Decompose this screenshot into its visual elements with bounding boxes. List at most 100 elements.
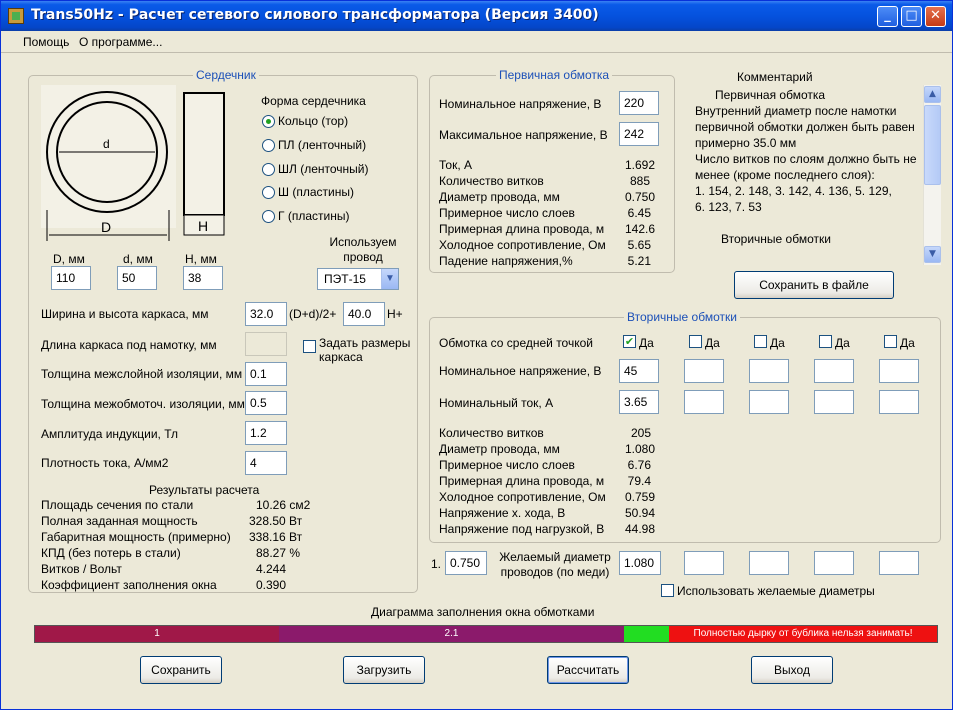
comment-line: Вторичные обмотки [721, 232, 831, 246]
scroll-down-icon[interactable]: ▼ [924, 246, 941, 263]
desired-primary-input[interactable]: 0.750 [445, 551, 487, 575]
radio-ring[interactable] [262, 115, 275, 128]
dim-inner-label: d, мм [123, 252, 153, 266]
radio-ring-label[interactable]: Кольцо (тор) [278, 114, 348, 128]
radio-shl[interactable] [262, 163, 275, 176]
menu-help[interactable]: Помощь [23, 35, 69, 49]
current-density-input[interactable]: 4 [245, 451, 287, 475]
comment-line: примерно 35.0 мм [695, 136, 797, 150]
winding-insulation-input[interactable]: 0.5 [245, 391, 287, 415]
desired-input-5[interactable] [879, 551, 919, 575]
radio-g[interactable] [262, 210, 275, 223]
param-current-density-label: Плотность тока, А/мм2 [41, 456, 169, 470]
induction-input[interactable]: 1.2 [245, 421, 287, 445]
load-button[interactable]: Загрузить [343, 656, 425, 684]
radio-sh-label[interactable]: Ш (пластины) [278, 185, 354, 199]
save-to-file-button[interactable]: Сохранить в файле [734, 271, 894, 299]
secondary-current-input-2[interactable] [684, 390, 724, 414]
height-input[interactable]: 38 [183, 266, 223, 290]
exit-button[interactable]: Выход [751, 656, 833, 684]
secondary-current-input-1[interactable]: 3.65 [619, 390, 659, 414]
secondary-row-label: Диаметр провода, мм [439, 442, 560, 456]
secondary-current-input-4[interactable] [814, 390, 854, 414]
primary-row-value: 0.750 [624, 190, 655, 204]
outer-diameter-label: D [101, 219, 111, 235]
fill-diagram: 1 2.1 Полностью дырку от бублика нельзя за… [34, 625, 938, 643]
param-winding-insulation-label: Толщина межобмоточ. изоляции, мм [41, 397, 245, 411]
secondary-voltage-input-5[interactable] [879, 359, 919, 383]
desired-input-2[interactable] [684, 551, 724, 575]
midpoint-checkbox-1[interactable]: ✔ [623, 335, 636, 348]
secondary-row-label: Холодное сопротивление, Ом [439, 490, 606, 504]
secondary-voltage-input-1[interactable]: 45 [619, 359, 659, 383]
radio-sh[interactable] [262, 186, 275, 199]
primary-max-input[interactable]: 242 [619, 122, 659, 146]
midpoint-check-label[interactable]: Да [900, 336, 915, 350]
diagram-segment [624, 626, 669, 642]
midpoint-checkbox-2[interactable] [689, 335, 702, 348]
secondary-row-value: 50.94 [624, 506, 655, 520]
comment-scrollbar[interactable]: ▲ ▼ [923, 85, 941, 265]
midpoint-check-label[interactable]: Да [770, 336, 785, 350]
secondary-row-label: Примерная длина провода, м [439, 474, 605, 488]
close-button[interactable]: ✕ [925, 6, 946, 27]
frame-height-input[interactable]: 40.0 [343, 302, 385, 326]
layer-insulation-input[interactable]: 0.1 [245, 362, 287, 386]
chevron-down-icon[interactable]: ▼ [381, 269, 398, 289]
result-label: Витков / Вольт [41, 562, 122, 576]
inner-diameter-input[interactable]: 50 [117, 266, 157, 290]
frame-length-label: Длина каркаса под намотку, мм [41, 338, 217, 352]
scroll-up-icon[interactable]: ▲ [924, 86, 941, 103]
use-desired-label[interactable]: Использовать желаемые диаметры [677, 584, 875, 598]
desired-input-3[interactable] [749, 551, 789, 575]
secondary-voltage-input-3[interactable] [749, 359, 789, 383]
secondary-row-value: 1.080 [624, 442, 655, 456]
result-value: 10.26 см2 [256, 498, 311, 512]
secondary-voltage-input-4[interactable] [814, 359, 854, 383]
midpoint-checkbox-3[interactable] [754, 335, 767, 348]
height-label: H [198, 218, 208, 234]
use-desired-checkbox[interactable] [661, 584, 674, 597]
outer-diameter-input[interactable]: 110 [51, 266, 91, 290]
result-value: 88.27 % [256, 546, 301, 560]
radio-pl[interactable] [262, 139, 275, 152]
save-button[interactable]: Сохранить [140, 656, 222, 684]
primary-row-label: Примерное число слоев [439, 206, 575, 220]
frame-formula-label: (D+d)/2+ [289, 307, 337, 321]
ring-background [41, 85, 176, 228]
primary-nominal-input[interactable]: 220 [619, 91, 659, 115]
wire-select[interactable]: ПЭТ-15 ▼ [317, 268, 399, 290]
scroll-thumb[interactable] [924, 105, 941, 185]
result-value: 4.244 [256, 562, 287, 576]
midpoint-check-label[interactable]: Да [835, 336, 850, 350]
secondary-row-label: Напряжение х. хода, В [439, 506, 566, 520]
radio-g-label[interactable]: Г (пластины) [278, 209, 349, 223]
desired-input-1[interactable]: 1.080 [619, 551, 661, 575]
radio-pl-label[interactable]: ПЛ (ленточный) [278, 138, 366, 152]
radio-shl-label[interactable]: ШЛ (ленточный) [278, 162, 368, 176]
desired-input-4[interactable] [814, 551, 854, 575]
menu-about[interactable]: О программе... [79, 35, 162, 49]
set-frame-label[interactable]: Задать размеры каркаса [319, 336, 419, 364]
title-bar[interactable]: Trans50Hz - Расчет сетевого силового тра… [1, 1, 952, 31]
comment-title: Комментарий [737, 70, 813, 84]
desired-prefix: 1. [431, 557, 442, 571]
frame-length-input[interactable] [245, 332, 287, 356]
midpoint-checkbox-5[interactable] [884, 335, 897, 348]
minimize-button[interactable]: _ [877, 6, 898, 27]
app-icon [8, 8, 24, 24]
frame-width-input[interactable]: 32.0 [245, 302, 287, 326]
midpoint-check-label[interactable]: Да [639, 336, 654, 350]
secondary-voltage-input-2[interactable] [684, 359, 724, 383]
calculate-button[interactable]: Рассчитать [547, 656, 629, 684]
secondary-current-input-3[interactable] [749, 390, 789, 414]
midpoint-check-label[interactable]: Да [705, 336, 720, 350]
diagram-segment: 1 [35, 626, 279, 642]
midpoint-checkbox-4[interactable] [819, 335, 832, 348]
set-frame-checkbox[interactable] [303, 340, 316, 353]
wire-label: Используем провод [329, 235, 397, 264]
comment-line: Первичная обмотка [715, 88, 826, 102]
comment-text[interactable]: Первичная обмотка Внутренний диаметр пос… [691, 85, 943, 265]
secondary-current-input-5[interactable] [879, 390, 919, 414]
maximize-button[interactable]: □ [901, 6, 922, 27]
